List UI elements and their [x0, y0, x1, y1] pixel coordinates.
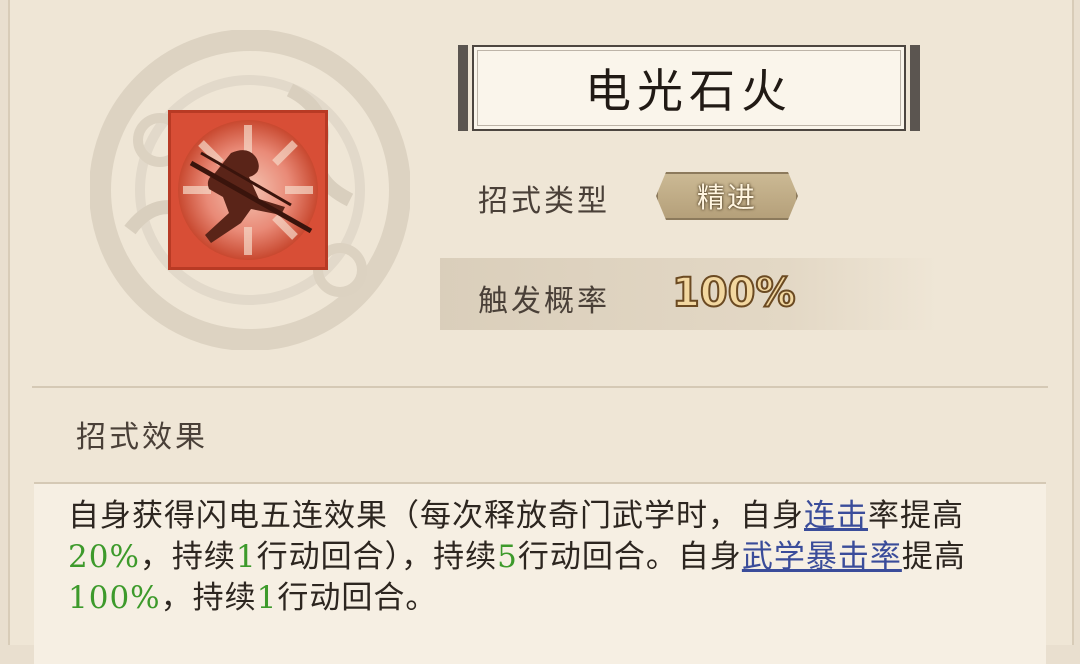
effect-text: 行动回合。: [277, 580, 438, 616]
trigger-probability-value: 100%: [671, 269, 797, 317]
effect-text: ，持续: [160, 580, 257, 616]
martial-artist-strike-icon: [168, 110, 328, 270]
effect-text: 行动回合。自身: [517, 539, 742, 575]
effect-text: 行动回合），持续: [256, 539, 498, 575]
skill-type-label: 招式类型: [478, 184, 610, 219]
skill-title-box: 电光石火: [472, 45, 906, 131]
effect-text: 提高: [901, 539, 966, 575]
skill-name: 电光石火: [585, 64, 793, 118]
effect-value-highlight: 1: [235, 539, 257, 575]
effect-text: 自身获得闪电五连效果（每次释放奇门武学时，自身: [68, 498, 804, 534]
effect-value-highlight: 100%: [68, 580, 161, 616]
skill-type-badge: 精进: [656, 172, 798, 220]
banner-right-bracket: [910, 45, 920, 131]
effect-text: 率: [868, 498, 900, 534]
effect-description: 自身获得闪电五连效果（每次释放奇门武学时，自身连击率提高20%，持续1行动回合）…: [68, 496, 1018, 619]
effect-value-highlight: 1: [256, 580, 278, 616]
effect-keyword-link[interactable]: 武学暴击率: [742, 539, 902, 575]
trigger-probability-label: 触发概率: [478, 284, 610, 319]
section-divider: [32, 386, 1048, 388]
skill-title-banner: 电光石火: [458, 45, 920, 131]
effect-value-highlight: 20%: [68, 539, 140, 575]
effect-value-highlight: 5: [497, 539, 518, 575]
effect-keyword-link[interactable]: 连击: [804, 498, 868, 534]
banner-left-bracket: [458, 45, 468, 131]
effect-text: 提高: [900, 498, 964, 534]
effect-text: ，持续: [139, 539, 236, 575]
effect-heading: 招式效果: [76, 420, 208, 455]
